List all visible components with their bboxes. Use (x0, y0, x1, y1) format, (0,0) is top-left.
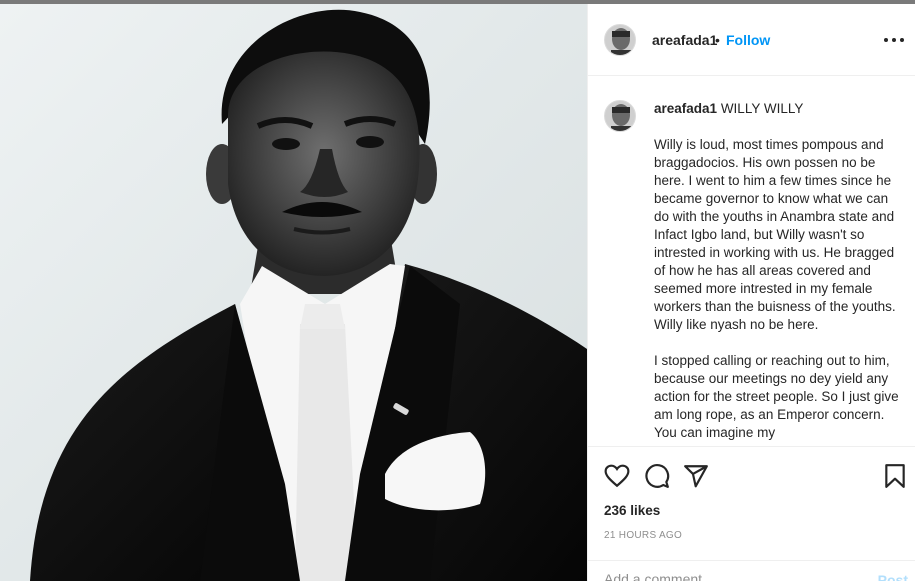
post-photo[interactable] (0, 4, 587, 581)
share-icon[interactable] (683, 463, 709, 489)
caption-title: WILLY WILLY (720, 101, 804, 116)
bookmark-icon[interactable] (882, 463, 908, 489)
more-options-icon[interactable] (882, 28, 906, 52)
separator-dot: • (715, 32, 720, 48)
post-header: areafada1 • Follow (588, 4, 915, 76)
follow-button[interactable]: Follow (726, 32, 770, 48)
caption-text: Willy is loud, most times pompous and br… (654, 137, 899, 440)
caption-heading: areafada1 WILLY WILLY (654, 101, 803, 116)
comment-row: Post (588, 560, 915, 581)
caption-avatar[interactable] (604, 100, 636, 132)
caption-area: areafada1 WILLY WILLY Willy is loud, mos… (588, 76, 915, 446)
post-comment-button[interactable]: Post (878, 572, 908, 581)
comment-icon[interactable] (644, 463, 670, 489)
post-timestamp[interactable]: 21 HOURS AGO (604, 530, 682, 541)
caption-username[interactable]: areafada1 (654, 101, 717, 116)
post-actions: 236 likes 21 HOURS AGO Post (588, 446, 915, 581)
post-username[interactable]: areafada1 (652, 32, 717, 48)
heart-icon[interactable] (604, 463, 630, 489)
post-side-panel: areafada1 • Follow areafada1 WILLY WILLY… (587, 4, 915, 581)
likes-count[interactable]: 236 likes (604, 503, 660, 518)
avatar[interactable] (604, 24, 636, 56)
comment-input[interactable] (604, 571, 854, 581)
